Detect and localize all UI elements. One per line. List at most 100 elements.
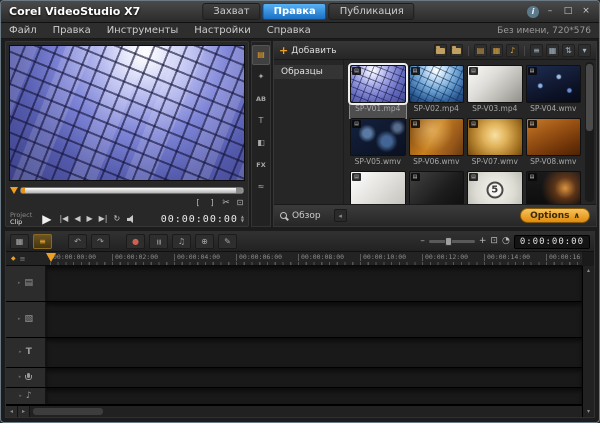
clip-mode-label[interactable]: Clip — [10, 219, 32, 226]
tab-share[interactable]: Публикация — [328, 3, 415, 20]
clip-thumbnail[interactable]: ▤ — [348, 63, 408, 105]
close-button[interactable]: × — [579, 6, 593, 18]
enlarge-preview-icon[interactable]: ⊡ — [236, 199, 244, 207]
library-clip[interactable]: ▤ SP-V04.wmv — [525, 65, 581, 118]
clip-thumbnail[interactable]: ▤ — [467, 65, 523, 103]
overlay-track-header[interactable]: ▸ ▧ — [6, 302, 46, 337]
timecode-spinner[interactable]: ▲ ▼ — [241, 215, 244, 223]
record-capture-button[interactable]: ● — [126, 234, 145, 249]
thumbnail-view-icon[interactable]: ▦ — [546, 44, 559, 57]
preview-timecode[interactable]: 00:00:00:00 — [161, 214, 238, 225]
repeat-button[interactable]: ↻ — [114, 215, 121, 223]
options-button[interactable]: Options ∧ — [520, 208, 590, 223]
clip-thumbnail[interactable]: ▤ 5 — [467, 171, 523, 206]
list-view-icon[interactable]: ≡ — [530, 44, 543, 57]
scrollbar-thumb[interactable] — [586, 64, 593, 132]
tab-capture[interactable]: Захват — [202, 3, 261, 20]
library-clip[interactable]: ▤ SP-V07.wmv — [467, 118, 523, 171]
media-library-tab[interactable]: ▤ — [252, 45, 270, 65]
minimize-button[interactable]: – — [543, 6, 557, 18]
clip-thumbnail[interactable]: ▤ — [525, 171, 581, 206]
track-expand-icon[interactable]: ▸ — [18, 281, 21, 286]
library-clip[interactable]: ▤ — [525, 171, 581, 206]
instant-project-tab[interactable]: ✦ — [252, 67, 270, 87]
fit-timeline-icon[interactable]: ⊡ — [490, 237, 498, 246]
clip-thumbnail[interactable]: ▤ — [350, 171, 406, 206]
clip-thumbnail[interactable]: ▤ — [525, 65, 581, 103]
prev-frame-button[interactable]: ◀ — [74, 215, 80, 223]
library-clip[interactable]: ▤ SP-V01.mp4 — [348, 63, 408, 119]
voice-track-lane[interactable] — [46, 368, 582, 387]
auto-music-button[interactable]: ♫ — [172, 234, 191, 249]
track-expand-icon[interactable]: ▸ — [18, 317, 21, 322]
library-clip[interactable]: ▤ 5 — [467, 171, 523, 206]
storyboard-view-button[interactable]: ▦ — [10, 234, 29, 249]
timeline-playhead[interactable] — [46, 253, 56, 262]
library-clip[interactable]: ▤ SP-V06.wmv — [408, 118, 464, 171]
more-options-icon[interactable]: ▾ — [578, 44, 591, 57]
library-clip[interactable]: ▤ SP-V08.wmv — [525, 118, 581, 171]
sound-mixer-button[interactable]: ≡ — [149, 234, 168, 249]
filter-tab[interactable]: FX — [252, 155, 270, 175]
music-track-header[interactable]: ▸ ♪ — [6, 388, 46, 404]
scroll-left-icon[interactable]: ◂ — [6, 406, 18, 417]
library-scrollbar[interactable] — [585, 62, 594, 202]
spin-down-icon[interactable]: ▼ — [241, 219, 244, 223]
zoom-slider-knob[interactable] — [444, 237, 452, 246]
volume-icon[interactable] — [127, 215, 137, 224]
menu-settings[interactable]: Настройки — [186, 25, 258, 36]
track-expand-icon[interactable]: ▸ — [19, 375, 22, 380]
library-navigator-icon[interactable] — [450, 44, 463, 57]
timeline-ruler[interactable]: ◆ ≡ 00:00:00:00 00:00:02:00 00:00:04:00 … — [6, 252, 582, 266]
overlay-track-lane[interactable] — [46, 302, 582, 337]
preview-seekbar[interactable] — [20, 186, 244, 194]
video-track-lane[interactable] — [46, 266, 582, 301]
zoom-in-icon[interactable]: + — [479, 237, 487, 246]
collapse-folders-icon[interactable]: ◂ — [333, 209, 347, 222]
filter-video-icon[interactable]: ▤ — [474, 44, 487, 57]
timeline-view-button[interactable]: ≡ — [33, 234, 52, 249]
home-button[interactable]: |◀ — [59, 215, 68, 223]
timeline-hscrollbar[interactable]: ◂ ▸ — [6, 405, 582, 417]
subtitle-editor-button[interactable]: ✎ — [218, 234, 237, 249]
import-folder-icon[interactable] — [434, 44, 447, 57]
preview-playhead[interactable] — [10, 186, 18, 194]
next-frame-button[interactable]: ▶ — [87, 215, 93, 223]
title-tab[interactable]: T — [252, 111, 270, 131]
browse-button[interactable]: Обзор — [292, 211, 321, 221]
scroll-right-icon[interactable]: ▸ — [18, 406, 30, 417]
clip-thumbnail[interactable]: ▤ — [408, 65, 464, 103]
track-manager-icon[interactable]: ≡ — [20, 255, 26, 263]
scrollbar-thumb[interactable] — [33, 408, 103, 415]
track-expand-icon[interactable]: ▸ — [19, 393, 22, 399]
clip-thumbnail[interactable]: ▤ — [408, 118, 464, 156]
menu-edit[interactable]: Правка — [45, 25, 99, 36]
library-clip[interactable]: ▤ — [408, 171, 464, 206]
transition-tab[interactable]: AB — [252, 89, 270, 109]
filter-audio-icon[interactable]: ♪ — [506, 44, 519, 57]
title-track-header[interactable]: ▸ T — [6, 338, 46, 367]
maximize-button[interactable]: □ — [561, 6, 575, 18]
menu-file[interactable]: Файл — [1, 25, 45, 36]
end-button[interactable]: ▶| — [99, 215, 108, 223]
menu-help[interactable]: Справка — [259, 25, 319, 36]
duration-icon[interactable]: ◔ — [502, 237, 510, 246]
library-clip[interactable]: ▤ SP-V02.mp4 — [408, 65, 464, 118]
zoom-out-icon[interactable]: – — [420, 237, 425, 246]
clip-thumbnail[interactable]: ▤ — [350, 118, 406, 156]
split-clip-icon[interactable]: ✂ — [222, 198, 230, 208]
motion-path-tab[interactable]: ≈ — [252, 177, 270, 197]
mark-out-button[interactable]: ] — [208, 199, 216, 207]
timeline-vscrollbar[interactable]: ▴ ▾ — [582, 266, 594, 417]
undo-button[interactable]: ↶ — [68, 234, 87, 249]
add-media-button[interactable]: + Добавить — [279, 45, 337, 56]
tab-edit[interactable]: Правка — [262, 3, 327, 20]
library-clip[interactable]: ▤ SP-V05.wmv — [350, 118, 406, 171]
library-clip[interactable]: ▤ SP-V03.mp4 — [467, 65, 523, 118]
graphic-tab[interactable]: ◧ — [252, 133, 270, 153]
title-track-lane[interactable] — [46, 338, 582, 367]
cue-marker-icon[interactable]: ◆ — [11, 256, 16, 262]
sort-icon[interactable]: ⇅ — [562, 44, 575, 57]
redo-button[interactable]: ↷ — [91, 234, 110, 249]
menu-tools[interactable]: Инструменты — [99, 25, 187, 36]
